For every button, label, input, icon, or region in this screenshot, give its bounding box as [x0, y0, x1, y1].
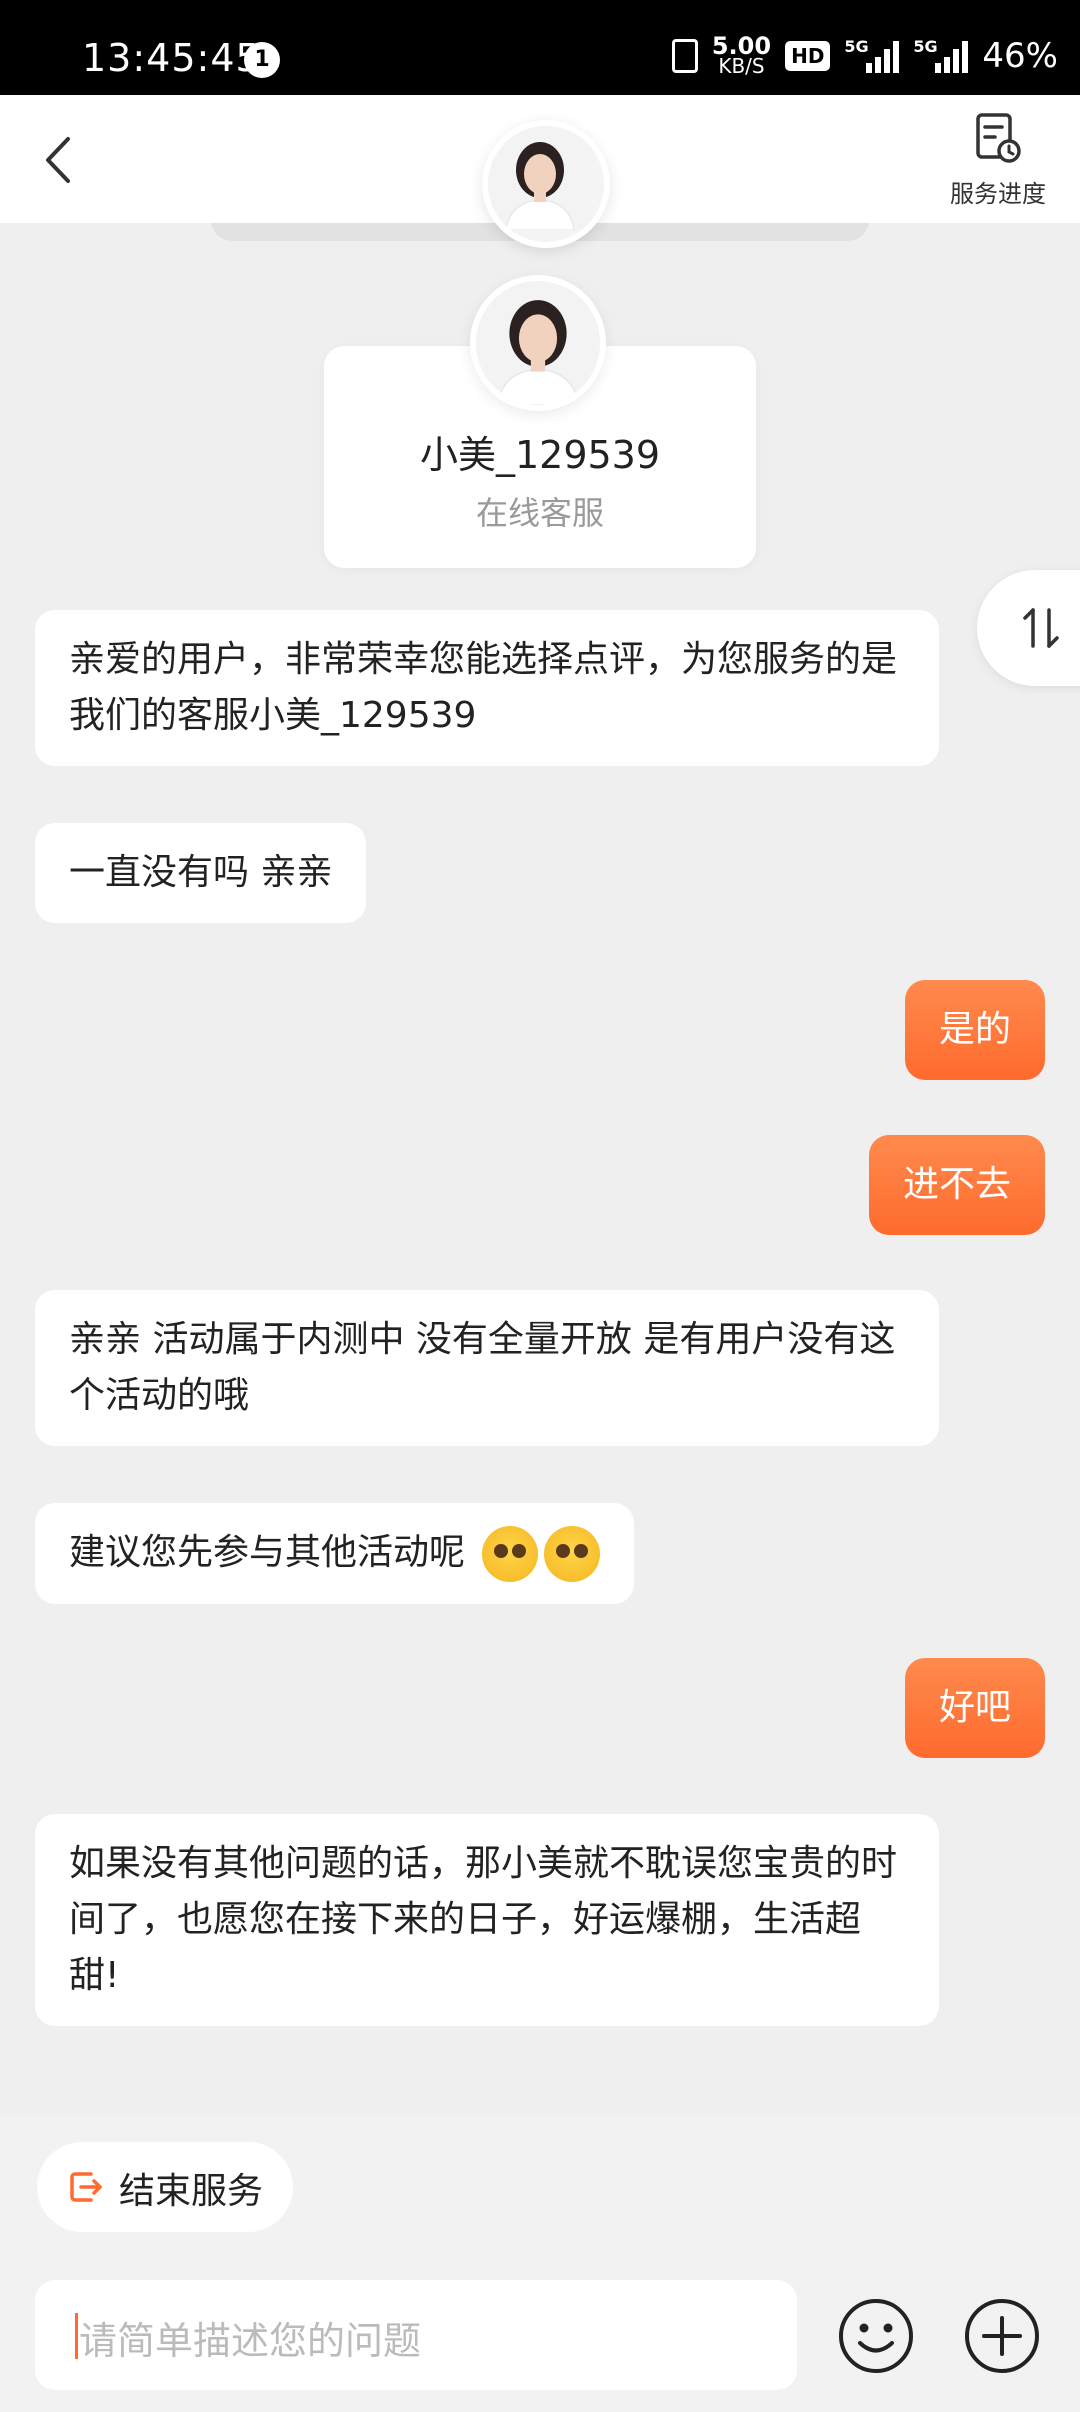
signal-icon: 5G — [913, 37, 969, 73]
battery-level: 46% — [982, 36, 1058, 76]
agent-avatar[interactable] — [482, 120, 610, 248]
blushing-emoji-icon — [482, 1526, 539, 1582]
hd-badge: HD — [785, 41, 831, 71]
plus-icon[interactable] — [962, 2296, 1042, 2376]
service-progress-button[interactable]: 服务进度 — [938, 112, 1058, 209]
vibrate-icon — [671, 39, 698, 73]
message-input[interactable]: 请简单描述您的问题 — [35, 2280, 797, 2390]
message-bubble-incoming: 亲爱的用户，非常荣幸您能选择点评，为您服务的是我们的客服小美_129539 — [35, 610, 939, 766]
agent-name: 小美_129539 — [419, 433, 661, 477]
notification-badge: 1 — [244, 42, 280, 78]
scroll-toggle-button[interactable] — [977, 570, 1080, 686]
status-bar: 13:45:45 1 5.00 KB/S HD 5G 5G 46% — [0, 0, 1080, 95]
message-bubble-incoming: 亲亲 活动属于内测中 没有全量开放 是有用户没有这个活动的哦 — [35, 1290, 939, 1446]
person-avatar-icon — [476, 281, 600, 405]
message-bubble-incoming: 建议您先参与其他活动呢 — [35, 1503, 635, 1604]
agent-card-avatar — [470, 275, 606, 411]
input-placeholder: 请简单描述您的问题 — [79, 2319, 422, 2363]
network-speed: 5.00 KB/S — [711, 32, 772, 78]
service-progress-label: 服务进度 — [950, 180, 1046, 208]
document-clock-icon — [976, 113, 1021, 163]
swap-vertical-icon — [1023, 608, 1059, 648]
message-bubble-outgoing: 进不去 — [868, 1135, 1045, 1235]
message-bubble-incoming: 一直没有吗 亲亲 — [35, 823, 367, 923]
message-bubble-incoming: 如果没有其他问题的话，那小美就不耽误您宝贵的时间了，也愿您在接下来的日子，好运爆… — [35, 1814, 939, 2026]
message-text: 建议您先参与其他活动呢 — [69, 1532, 466, 1573]
person-avatar-icon — [488, 126, 592, 231]
signal-icon: 5G — [844, 37, 900, 73]
end-service-label: 结束服务 — [119, 2171, 264, 2212]
agent-role: 在线客服 — [475, 494, 604, 532]
text-caret — [75, 2313, 78, 2359]
chevron-left-icon[interactable] — [36, 135, 86, 185]
end-service-button[interactable]: 结束服务 — [37, 2142, 293, 2232]
blushing-emoji-icon — [544, 1526, 601, 1582]
emoji-icon[interactable] — [836, 2296, 916, 2376]
clock: 13:45:45 — [82, 36, 261, 80]
message-bubble-outgoing: 是的 — [904, 980, 1045, 1080]
exit-icon — [70, 2172, 102, 2202]
message-bubble-outgoing: 好吧 — [904, 1658, 1045, 1758]
